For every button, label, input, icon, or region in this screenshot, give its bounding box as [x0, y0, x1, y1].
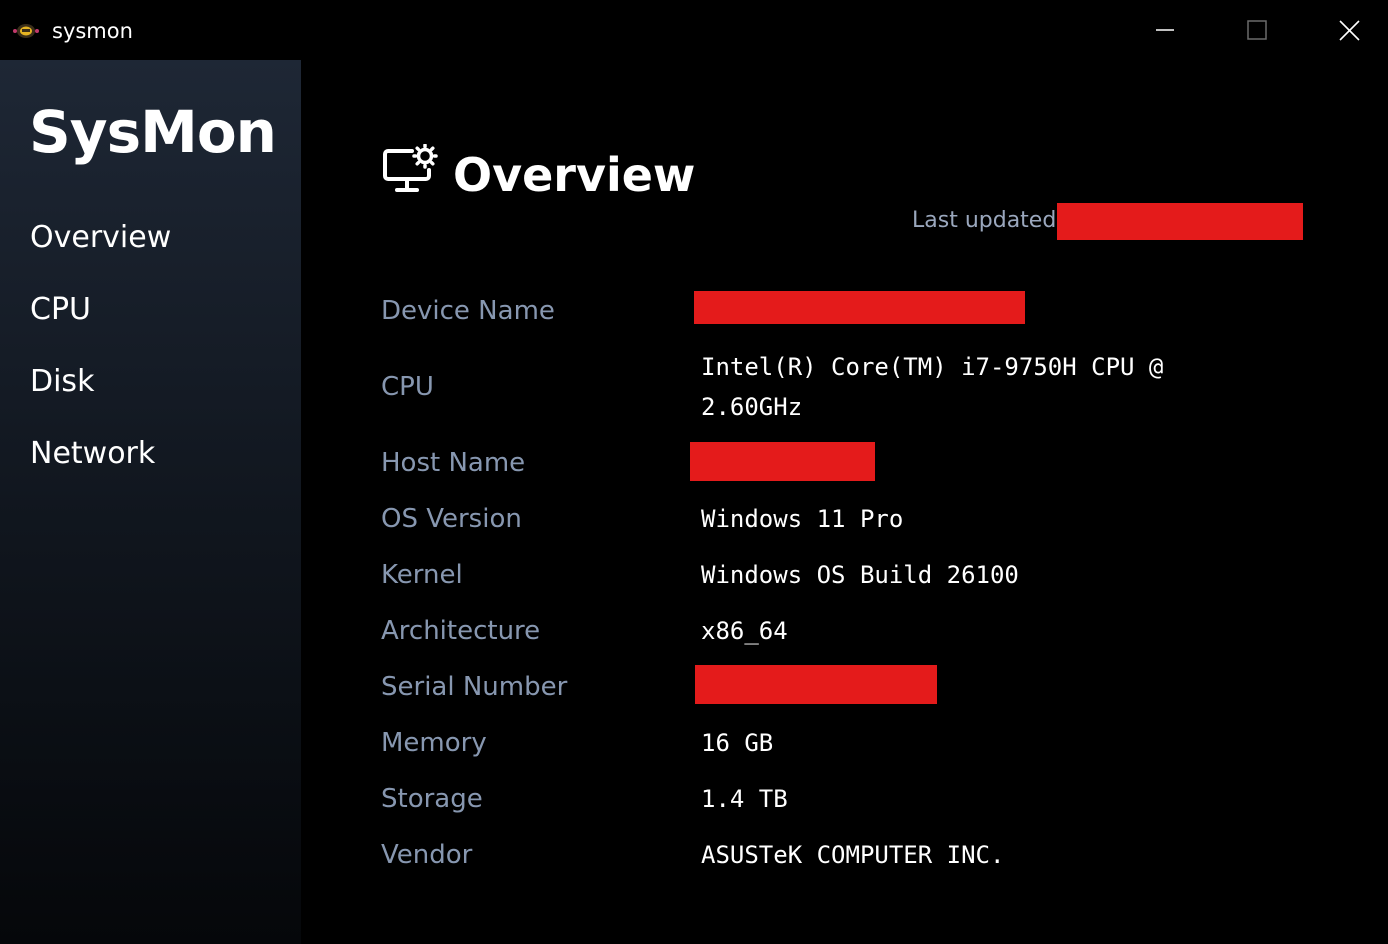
spec-label-device-name: Device Name: [381, 296, 555, 326]
maximize-button[interactable]: [1210, 0, 1302, 60]
close-button[interactable]: [1302, 0, 1388, 60]
spec-label-memory: Memory: [381, 728, 487, 758]
app-window: sysmon SysMon Overview CPU Disk Network: [0, 0, 1388, 944]
sidebar-item-network[interactable]: Network: [30, 436, 155, 471]
sidebar-item-overview[interactable]: Overview: [30, 220, 171, 255]
spec-value-os-version: Windows 11 Pro: [701, 505, 904, 533]
spec-label-cpu: CPU: [381, 372, 434, 402]
last-updated-redacted: [1057, 203, 1303, 240]
monitor-gear-icon: [382, 143, 438, 196]
spec-label-os-version: OS Version: [381, 504, 522, 534]
spec-label-serial-number: Serial Number: [381, 672, 568, 702]
spec-label-vendor: Vendor: [381, 840, 473, 870]
spec-value-architecture: x86_64: [701, 617, 788, 645]
serial-number-redacted: [695, 665, 937, 704]
brand-title: SysMon: [29, 98, 277, 166]
main-content: Overview Last updated: Device Name CPU I…: [301, 60, 1388, 944]
device-name-redacted: [694, 291, 1025, 324]
maximize-icon: [1247, 20, 1267, 40]
sidebar: SysMon Overview CPU Disk Network: [0, 60, 301, 944]
spec-label-kernel: Kernel: [381, 560, 463, 590]
spec-label-storage: Storage: [381, 784, 483, 814]
close-icon: [1339, 20, 1360, 41]
host-name-redacted: [690, 442, 875, 481]
window-title: sysmon: [52, 19, 133, 43]
spec-value-vendor: ASUSTeK COMPUTER INC.: [701, 841, 1005, 869]
sidebar-item-disk[interactable]: Disk: [30, 364, 94, 399]
spec-value-cpu: Intel(R) Core(TM) i7-9750H CPU @ 2.60GHz: [701, 353, 1164, 421]
spec-value-storage: 1.4 TB: [701, 785, 788, 813]
spec-label-architecture: Architecture: [381, 616, 541, 646]
spec-label-host-name: Host Name: [381, 448, 526, 478]
last-updated-label: Last updated:: [912, 208, 1064, 233]
sidebar-item-cpu[interactable]: CPU: [30, 292, 91, 327]
spec-value-memory: 16 GB: [701, 729, 774, 757]
app-logo-icon: [12, 22, 40, 40]
page-title: Overview: [453, 148, 696, 202]
title-bar[interactable]: sysmon: [0, 0, 1388, 60]
minimize-icon: [1156, 29, 1174, 31]
minimize-button[interactable]: [1118, 0, 1210, 60]
spec-value-kernel: Windows OS Build 26100: [701, 561, 1019, 589]
